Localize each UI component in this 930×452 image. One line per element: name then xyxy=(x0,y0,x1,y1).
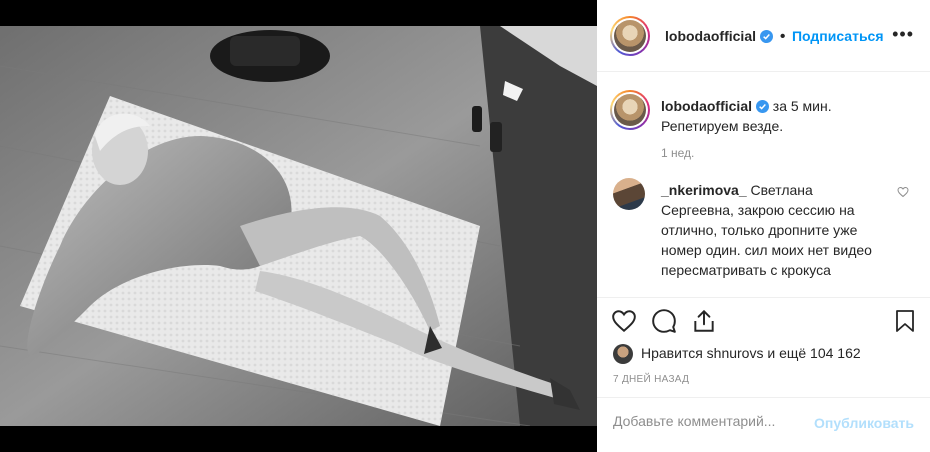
publish-button[interactable]: Опубликовать xyxy=(814,415,914,431)
comment-bubble-icon[interactable] xyxy=(651,308,677,334)
header-author-line: lobodaofficial • Подписаться xyxy=(665,28,884,45)
caption-body: lobodaofficial за 5 мин. Репетируем везд… xyxy=(661,96,911,136)
post-photo[interactable] xyxy=(0,26,597,426)
author-avatar[interactable] xyxy=(610,16,650,56)
save-bookmark-icon[interactable] xyxy=(893,308,917,334)
post-media-area xyxy=(0,0,597,452)
caption-avatar[interactable] xyxy=(610,90,650,130)
share-upload-icon[interactable] xyxy=(691,308,717,334)
comment-like-heart-icon[interactable] xyxy=(897,186,909,198)
follow-button[interactable]: Подписаться xyxy=(792,28,884,44)
post-age[interactable]: 7 ДНЕЙ НАЗАД xyxy=(613,374,689,385)
post-header: lobodaofficial • Подписаться ••• xyxy=(597,0,930,72)
comment-input[interactable] xyxy=(613,413,803,429)
verified-badge-icon xyxy=(755,100,769,113)
caption-author[interactable]: lobodaofficial xyxy=(661,98,752,114)
liker-avatar xyxy=(613,344,633,364)
post-photo-image xyxy=(0,26,597,426)
add-comment-bar: Опубликовать xyxy=(597,397,930,452)
post-details-panel: lobodaofficial • Подписаться ••• lobodao… xyxy=(597,0,930,452)
likes-text: Нравится shnurovs и ещё 104 162 xyxy=(641,345,861,361)
more-options-icon[interactable]: ••• xyxy=(892,24,914,45)
comment-body: _nkerimova_ Светлана Сергеевна, закрою с… xyxy=(661,180,881,280)
action-bar xyxy=(597,297,930,347)
commenter-avatar[interactable] xyxy=(613,178,645,210)
comment-author[interactable]: _nkerimova_ xyxy=(661,182,747,198)
like-heart-icon[interactable] xyxy=(611,308,637,334)
caption-timestamp[interactable]: 1 нед. xyxy=(661,146,694,160)
verified-badge-icon xyxy=(760,30,774,43)
author-username[interactable]: lobodaofficial xyxy=(665,28,756,44)
